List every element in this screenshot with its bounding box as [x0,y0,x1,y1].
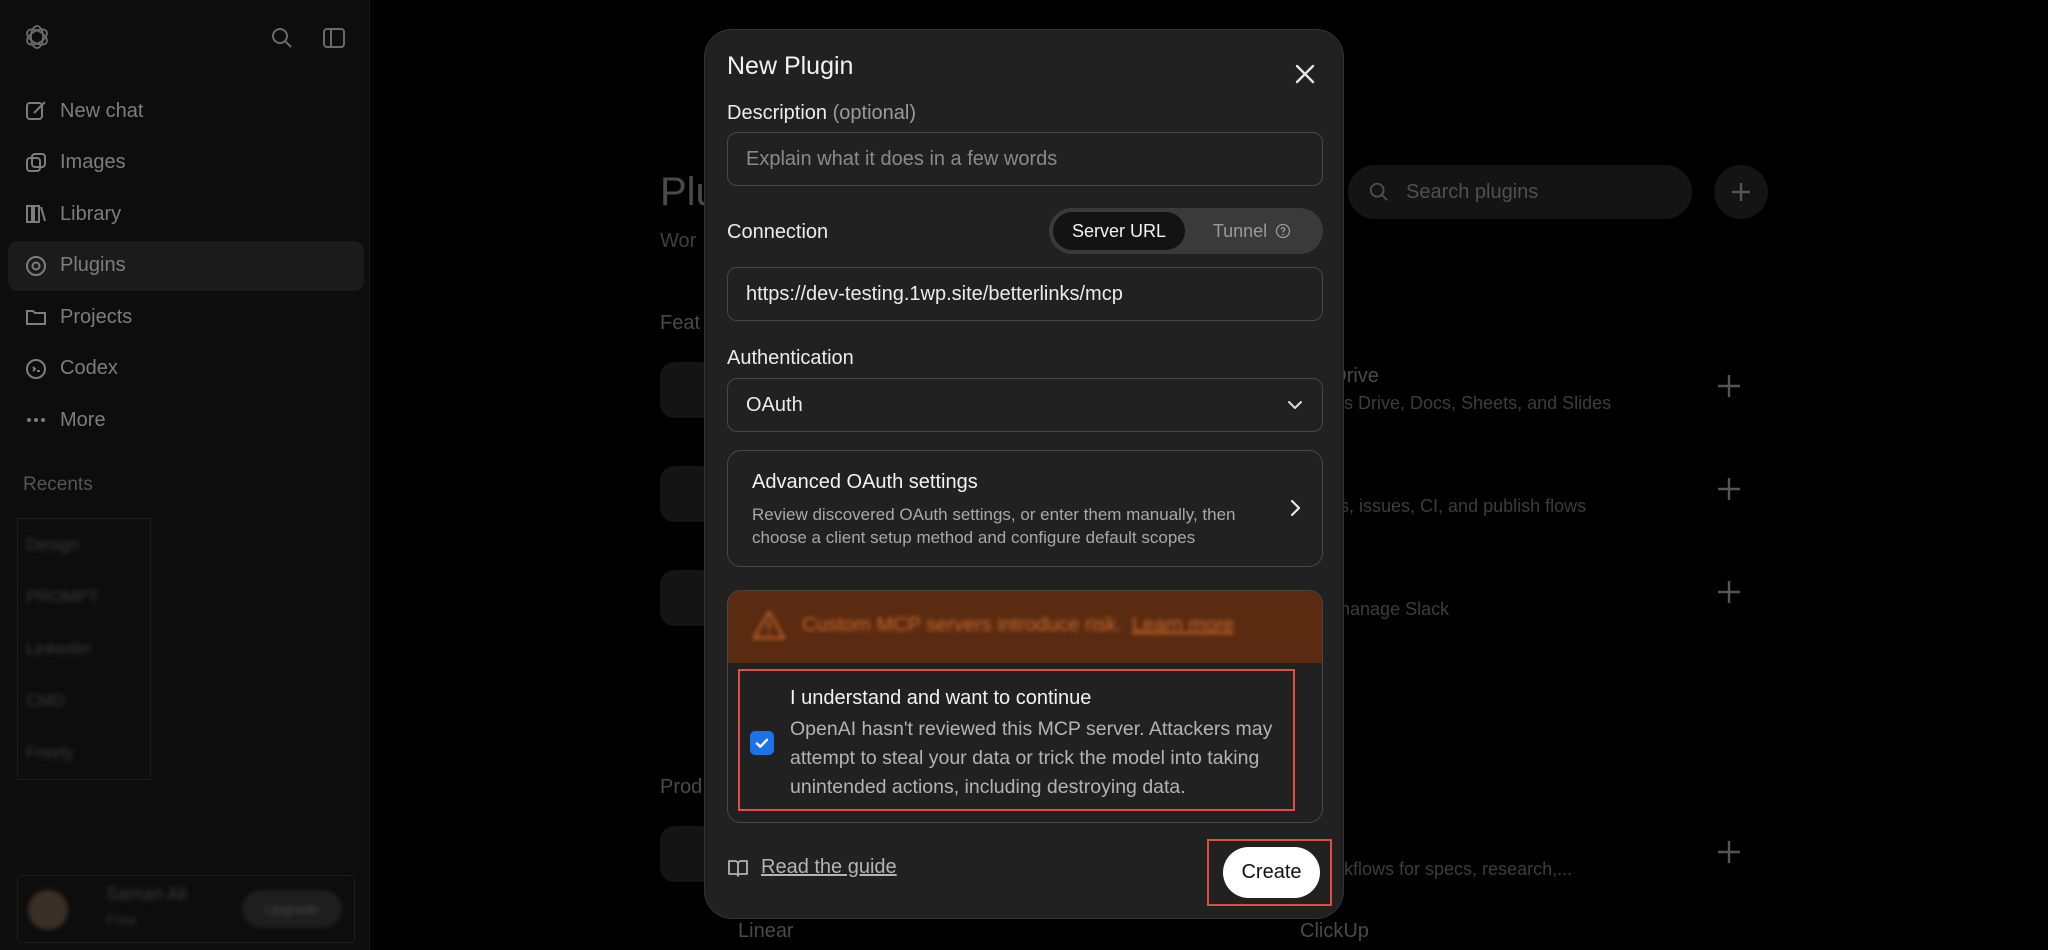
sidebar-item-new-chat[interactable]: New chat [8,86,364,136]
create-button[interactable]: Create [1223,847,1320,898]
sidebar-item-label: Codex [60,357,118,379]
recents-list: Design PROMPT LinkedIn CMD Freely [17,518,151,780]
upgrade-button[interactable]: Upgrade [242,890,342,928]
page-subtitle: Wor [660,230,697,252]
list-item[interactable]: LinkedIn [18,623,150,675]
book-icon [728,859,748,877]
search-icon[interactable] [270,26,294,50]
sidebar-item-label: Images [60,151,126,173]
tunnel-option-label: Tunnel [1212,220,1268,241]
plus-icon[interactable] [1714,474,1744,504]
library-icon [26,205,46,223]
avatar [28,890,68,930]
plus-icon[interactable] [1714,577,1744,607]
sidebar-item-images[interactable]: Images [8,138,364,188]
optional-hint: (optional) [832,102,916,124]
list-item[interactable]: PROMPT [18,571,150,623]
sidebar-nav: New chat Images Library Plugins Projects… [8,86,364,447]
sidebar-item-label: More [60,408,106,431]
plugin-row[interactable]: gle Drive across Drive, Docs, Sheets, an… [1300,365,1750,425]
sidebar-item-library[interactable]: Library [8,189,364,239]
learn-more-link[interactable]: Learn more [1132,614,1234,637]
plugin-row[interactable]: k and manage Slack [1300,571,1750,631]
tunnel-option[interactable]: Tunnel [1185,212,1319,250]
dialog-title: New Plugin [727,52,854,80]
add-plugin-button[interactable] [1714,165,1768,219]
connection-label: Connection [727,221,829,243]
user-name: Saman Ali [106,884,188,904]
list-item[interactable]: Freely [18,727,150,779]
search-placeholder: Search plugins [1406,180,1539,203]
risk-warning-text: Custom MCP servers introduce risk. [802,613,1122,636]
warning-icon [752,610,786,640]
close-icon [1295,64,1315,84]
user-card[interactable]: Saman Ali Free Upgrade [17,875,355,943]
risk-section: Custom MCP servers introduce risk. Learn… [727,590,1323,823]
codex-icon [26,358,46,379]
consent-title: I understand and want to continue [790,687,1092,709]
plugin-clickup[interactable]: ClickUp [1300,920,1369,950]
sidebar: New chat Images Library Plugins Projects… [0,0,370,950]
server-url-input[interactable] [727,267,1323,321]
description-input[interactable] [727,132,1323,186]
risk-warning-banner: Custom MCP servers introduce risk. Learn… [728,591,1322,663]
close-button[interactable] [1285,54,1325,94]
sidebar-item-label: Library [60,202,122,225]
authentication-label: Authentication [727,347,854,369]
productivity-section-label: Prod [660,776,703,798]
description-label-text: Description [727,102,828,124]
chevron-down-icon [1288,401,1302,409]
sidebar-item-label: Plugins [60,254,126,276]
images-icon [26,152,46,172]
sidebar-item-label: New chat [60,99,144,122]
openai-logo-icon[interactable] [22,22,52,52]
chevron-right-icon [1290,499,1301,517]
recents-title: Recents [23,474,93,495]
more-icon [27,418,45,422]
sidebar-item-label: Projects [60,305,133,328]
plugin-search-input[interactable]: Search plugins [1348,165,1692,219]
server-url-option[interactable]: Server URL [1053,212,1185,250]
server-url-option-label: Server URL [1071,220,1167,241]
consent-desc: OpenAI hasn't reviewed this MCP server. … [790,718,1273,798]
authentication-select[interactable]: OAuth [727,378,1323,432]
plugin-row[interactable]: on n workflows for specs, research,... [1300,831,1750,891]
advanced-oauth-settings[interactable]: Advanced OAuth settings Review discovere… [727,450,1323,567]
new-plugin-dialog: New Plugin Description (optional) Connec… [704,29,1344,919]
consent-checkbox[interactable] [750,731,774,755]
plus-icon [1732,183,1750,201]
list-item[interactable]: CMD [18,675,150,727]
checkmark-icon [755,738,769,748]
user-plan: Free [106,912,137,929]
featured-section-label: Feat [660,312,701,334]
read-guide-link[interactable]: Read the guide [727,856,897,879]
consent-highlight: I understand and want to continue OpenAI… [738,669,1295,811]
advanced-oauth-title: Advanced OAuth settings [752,471,978,493]
plugins-icon [26,255,46,276]
risk-warning-content: Custom MCP servers introduce risk. Learn… [752,609,1234,641]
description-label: Description (optional) [727,102,916,125]
connection-toggle: Server URL Tunnel [1049,208,1323,254]
sidebar-item-projects[interactable]: Projects [8,292,364,342]
edit-icon [26,101,46,120]
sidebar-item-codex[interactable]: Codex [8,344,364,394]
plugin-row[interactable]: ub e PRs, issues, CI, and publish flows [1300,468,1750,528]
plus-icon[interactable] [1714,371,1744,401]
read-guide-text: Read the guide [761,856,897,878]
sidebar-item-more[interactable]: More [8,395,364,445]
authentication-value: OAuth [746,393,803,416]
plugin-linear[interactable]: Linear [738,920,794,950]
sidebar-item-plugins[interactable]: Plugins [8,240,364,291]
sidebar-toggle-icon[interactable] [322,26,346,50]
advanced-oauth-desc: Review discovered OAuth settings, or ent… [752,505,1236,547]
folder-icon [26,310,46,325]
plus-icon[interactable] [1714,837,1744,867]
plugin-desc: across Drive, Docs, Sheets, and Slides [1300,393,1612,413]
list-item[interactable]: Design [18,519,150,571]
search-icon [1369,182,1388,201]
sidebar-top [22,22,345,52]
help-icon[interactable] [1275,223,1291,239]
